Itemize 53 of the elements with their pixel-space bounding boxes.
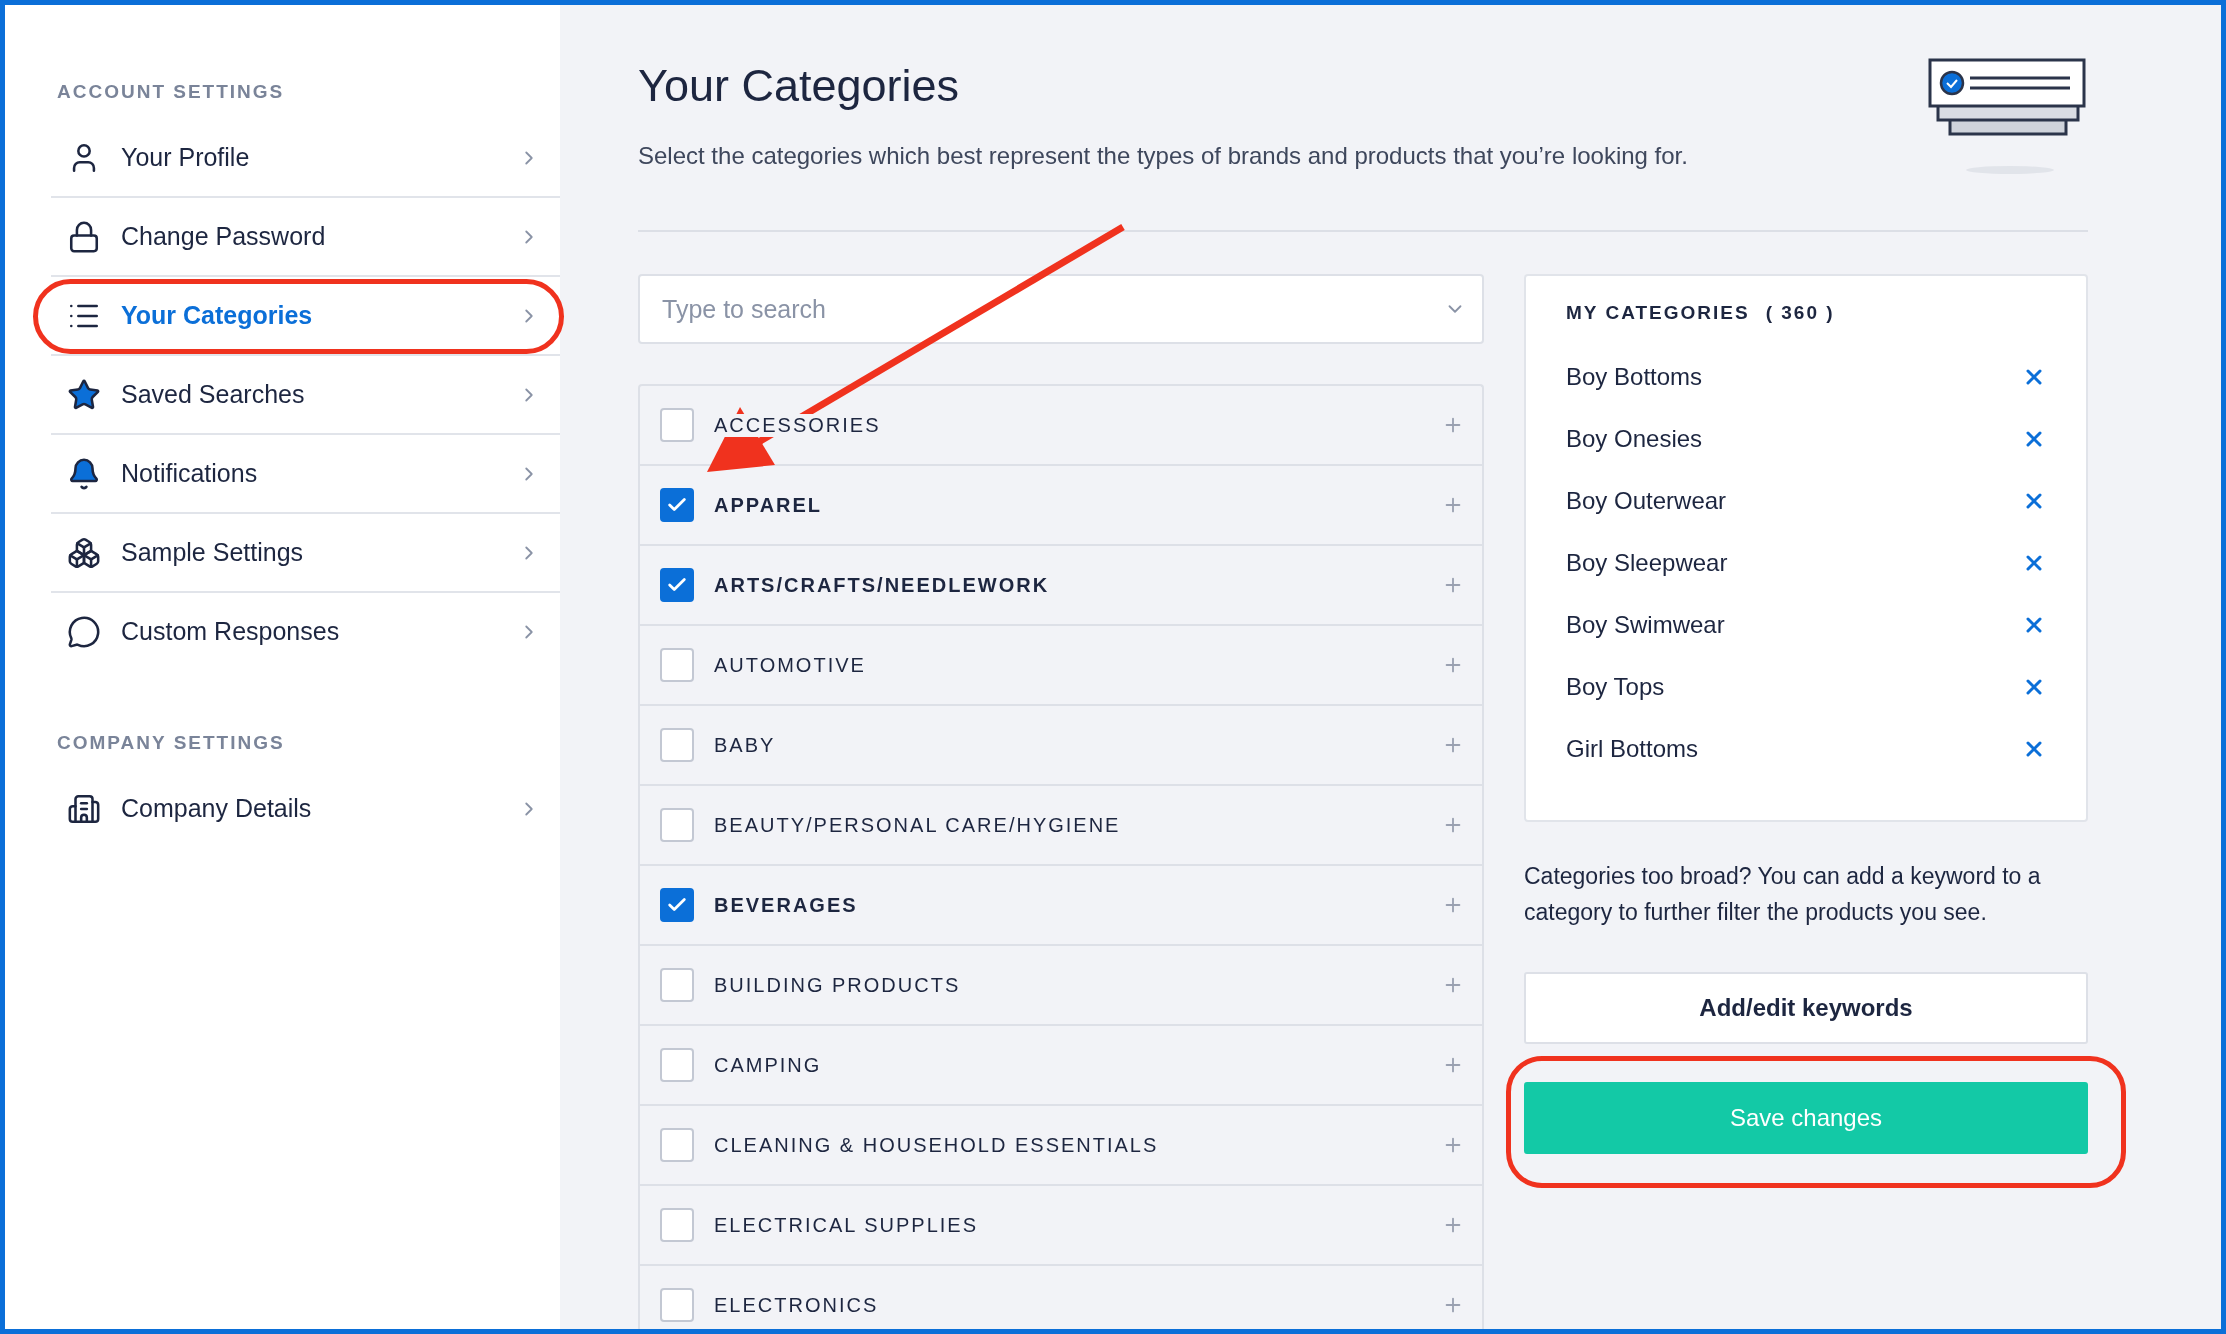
category-row[interactable]: ELECTRICAL SUPPLIES (640, 1186, 1482, 1266)
checkbox[interactable] (660, 728, 694, 762)
category-row[interactable]: BUILDING PRODUCTS (640, 946, 1482, 1026)
category-name: Boy Outerwear (1566, 487, 1727, 515)
sidebar-item[interactable]: Your Profile (51, 119, 560, 198)
sidebar-item[interactable]: Custom Responses (51, 593, 560, 670)
category-label: ACCESSORIES (714, 413, 881, 437)
checkbox[interactable] (660, 1208, 694, 1242)
checkbox[interactable] (660, 648, 694, 682)
category-name: Boy Tops (1566, 673, 1665, 701)
page-subtitle: Select the categories which best represent the types of brands and products that you’re looking for. (638, 142, 1688, 170)
category-name: Girl Bottoms (1566, 735, 1699, 763)
category-name: Boy Bottoms (1566, 363, 1703, 391)
checkbox[interactable] (660, 808, 694, 842)
sidebar-item[interactable]: Sample Settings (51, 514, 560, 593)
category-name: Boy Sleepwear (1566, 549, 1728, 577)
add-keywords-button[interactable]: Add/edit keywords (1524, 972, 2088, 1044)
category-name: Boy Onesies (1566, 425, 1703, 453)
category-name: Boy Swimwear (1566, 611, 1725, 639)
section-heading: COMPANY SETTINGS (56, 732, 286, 754)
category-row[interactable]: BEAUTY/PERSONAL CARE/HYGIENE (640, 786, 1482, 866)
checkbox[interactable] (660, 568, 694, 602)
checkbox[interactable] (660, 968, 694, 1002)
category-row[interactable]: CLEANING & HOUSEHOLD ESSENTIALS (640, 1106, 1482, 1186)
sidebar-item[interactable]: Saved Searches (51, 356, 560, 435)
category-row[interactable]: AUTOMOTIVE (640, 626, 1482, 706)
chat-bubble-icon (67, 614, 101, 649)
bell-icon (67, 456, 101, 491)
panel-heading: MY CATEGORIES (1566, 302, 1750, 324)
lock-icon (67, 219, 101, 254)
sidebar-item[interactable]: Change Password (51, 198, 560, 277)
checkbox[interactable] (660, 888, 694, 922)
sidebar-item[interactable]: Company Details (51, 770, 560, 847)
category-row[interactable]: BEVERAGES (640, 866, 1482, 946)
keyword-hint: Categories too broad? You can add a keyword to a category to further filter the products you see. (1524, 862, 2042, 927)
category-row[interactable]: BABY (640, 706, 1482, 786)
sidebar-item[interactable]: Your Categories (51, 277, 560, 356)
search-field[interactable]: Type to search (638, 274, 1484, 344)
star-icon (67, 377, 101, 412)
category-row[interactable]: APPAREL (640, 466, 1482, 546)
category-row[interactable]: ELECTRONICS (640, 1266, 1482, 1329)
checkbox[interactable] (660, 1048, 694, 1082)
checkbox[interactable] (660, 408, 694, 442)
checkbox[interactable] (660, 1128, 694, 1162)
section-heading: ACCOUNT SETTINGS (56, 81, 286, 103)
category-row[interactable]: ARTS/CRAFTS/NEEDLEWORK (640, 546, 1482, 626)
category-count: ( 360 ) (1765, 302, 1835, 324)
checkbox[interactable] (660, 1288, 694, 1322)
boxes-icon (67, 535, 101, 570)
sidebar-item[interactable]: Notifications (51, 435, 560, 514)
page-title: Your Categories (638, 60, 961, 112)
category-row[interactable]: CAMPING (640, 1026, 1482, 1106)
checkbox[interactable] (660, 488, 694, 522)
